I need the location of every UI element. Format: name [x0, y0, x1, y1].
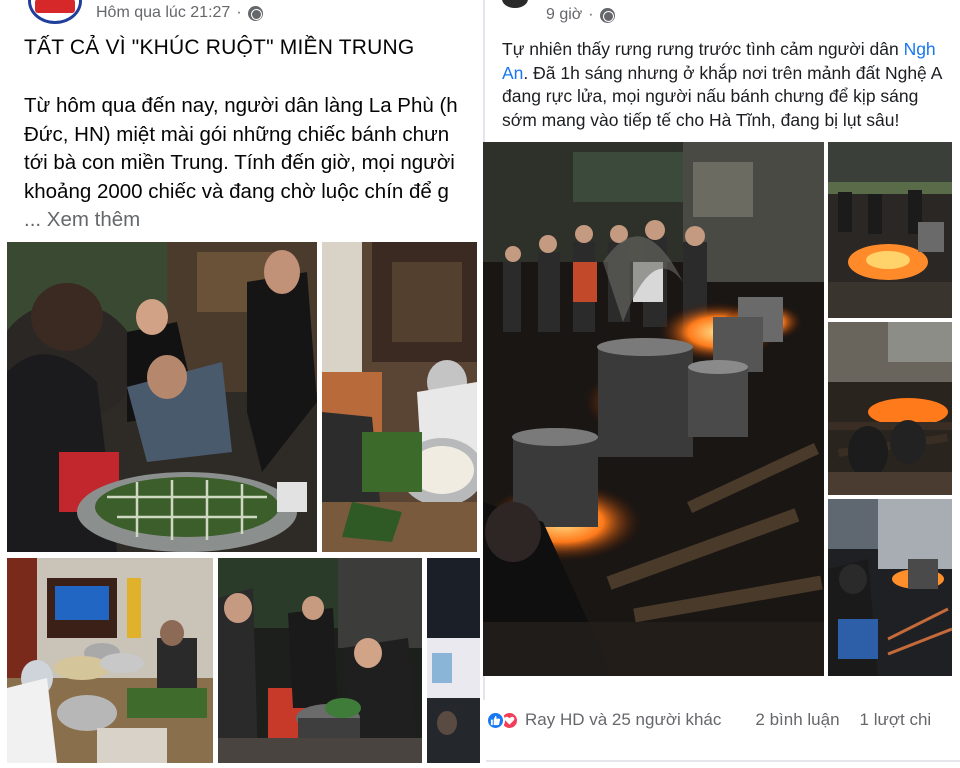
location-link[interactable]: An: [502, 63, 523, 83]
location-link[interactable]: Ngh: [904, 39, 936, 59]
divider: [486, 760, 960, 762]
like-icon: [486, 710, 505, 730]
reactions-summary[interactable]: Ray HD và 25 người khác: [525, 710, 721, 730]
post-timestamp[interactable]: 9 giờ: [546, 6, 582, 24]
page-avatar-icon[interactable]: [28, 0, 82, 24]
reaction-icons[interactable]: [486, 710, 519, 730]
post-body: Tự nhiên thấy rưng rưng trước tình cảm n…: [502, 38, 960, 132]
body-line: Tự nhiên thấy rưng rưng trước tình cảm n…: [502, 39, 936, 59]
photo-fire-row-bottom[interactable]: [828, 499, 952, 676]
body-line: khoảng 2000 chiếc và đang chờ luộc chín …: [24, 179, 449, 203]
post-meta: 9 giờ ·: [546, 6, 615, 24]
meta-separator: ·: [588, 6, 594, 23]
right-post: 9 giờ · Tự nhiên thấy rưng rưng trước tì…: [480, 0, 960, 768]
photo-wrapping-cakes-indoor[interactable]: [322, 242, 477, 552]
shares-count[interactable]: 1 lượt chi: [860, 710, 932, 730]
post-timestamp[interactable]: Hôm qua lúc 21:27: [96, 4, 230, 22]
globe-icon[interactable]: [599, 7, 615, 23]
photo-wrapping-cakes-outdoor[interactable]: [7, 242, 317, 552]
post-body: Từ hôm qua đến nay, người dân làng La Ph…: [24, 92, 480, 235]
body-line: sớm mang vào tiếp tế cho Hà Tĩnh, đang b…: [502, 109, 900, 130]
post-meta: Hôm qua lúc 21:27 ·: [96, 4, 263, 22]
body-line: đang rực lửa, mọi người nấu bánh chưng đ…: [502, 86, 919, 106]
left-post: Hôm qua lúc 21:27 · TẤT CẢ VÌ "KHÚC RUỘT…: [0, 0, 480, 768]
photo-boiling-pot-night[interactable]: [218, 558, 422, 763]
user-avatar-icon[interactable]: [502, 0, 528, 8]
body-line: Đức, HN) miệt mài gói những chiếc bánh c…: [24, 122, 450, 146]
globe-icon[interactable]: [247, 5, 263, 21]
see-more-link[interactable]: ... Xem thêm: [24, 206, 480, 235]
body-line: Từ hôm qua đến nay, người dân làng La Ph…: [24, 94, 458, 117]
body-line: tới bà con miền Trung. Tính đến giờ, mọi…: [24, 151, 455, 174]
post-title: TẤT CẢ VÌ "KHÚC RUỘT" MIỀN TRUNG: [24, 36, 415, 59]
comments-count[interactable]: 2 bình luận: [755, 710, 839, 730]
photo-fire-row-middle[interactable]: [828, 322, 952, 495]
meta-separator: ·: [236, 4, 242, 21]
photo-fire-row-top[interactable]: [828, 142, 952, 318]
reactions-bar: Ray HD và 25 người khác 2 bình luận 1 lư…: [486, 706, 960, 762]
photo-family-room[interactable]: [7, 558, 213, 763]
photo-street-night[interactable]: [427, 558, 480, 763]
body-line: An. Đã 1h sáng nhưng ở khắp nơi trên mản…: [502, 62, 943, 83]
photo-cooking-fires-main[interactable]: [483, 142, 824, 676]
